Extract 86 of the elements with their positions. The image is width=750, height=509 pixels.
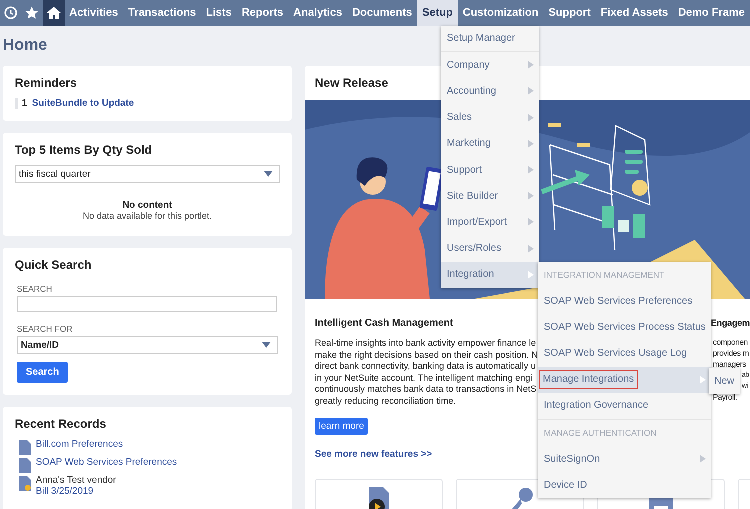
menu-section-header: INTEGRATION MANAGEMENT	[543, 269, 666, 282]
dropdown-caret-icon	[264, 171, 273, 177]
submenu-arrow-icon	[528, 61, 534, 70]
article-text-line: make the right decisions based on their cash position. N	[315, 350, 537, 361]
search-for-dropdown[interactable]: Name/ID	[17, 336, 278, 354]
menu-item[interactable]: Users/Roles	[441, 236, 539, 262]
page-title: Home	[3, 37, 48, 56]
menu-item[interactable]: Integration	[441, 262, 539, 288]
reminder-count: 1	[22, 98, 28, 109]
portlet-title: Reminders	[15, 76, 78, 90]
record-link[interactable]: SOAP Web Services Preferences	[36, 457, 178, 468]
nav-menu-item[interactable]: Analytics	[288, 0, 348, 26]
learn-more-button[interactable]: learn more	[315, 418, 368, 435]
search-field[interactable]	[17, 296, 277, 312]
article-title: Engagem	[711, 318, 750, 328]
nav-menu-item[interactable]: Lists	[201, 0, 237, 26]
page-icon	[19, 439, 31, 455]
portlet-title: New Release	[315, 75, 388, 92]
star-icon	[25, 6, 40, 20]
menu-item[interactable]: Company	[441, 52, 539, 78]
dropdown-caret-icon	[262, 342, 271, 348]
page-icon	[19, 457, 31, 473]
nav-menu-item[interactable]: Demo Frame	[673, 0, 750, 26]
menu-item[interactable]: Marketing	[441, 130, 539, 157]
nav-menu-item[interactable]: Reports	[236, 0, 289, 26]
nav-menu-item[interactable]: Activities	[64, 0, 124, 26]
menu-item[interactable]: New	[709, 368, 740, 394]
home-icon	[46, 6, 62, 20]
article-text-line: componen	[713, 337, 748, 348]
menu-item[interactable]: SOAP Web Services Preferences	[538, 288, 711, 314]
submenu-arrow-icon	[700, 455, 706, 464]
portlet-title: Quick Search	[15, 258, 93, 272]
submenu-arrow-icon	[528, 140, 534, 148]
article-text-line: Payroll.	[713, 392, 738, 403]
portlet-title: Recent Records	[15, 417, 108, 431]
home-button[interactable]	[43, 0, 64, 26]
menu-section-header: MANAGE AUTHENTICATION	[538, 418, 711, 446]
nav-menu-item[interactable]: Transactions	[123, 0, 202, 26]
menu-item[interactable]: Device ID	[538, 472, 711, 498]
submenu-arrow-icon	[528, 166, 534, 174]
portlet-title: Top 5 Items By Qty Sold	[15, 143, 154, 157]
record-link[interactable]: Bill 3/25/2019	[36, 486, 116, 497]
search-button[interactable]: Search	[17, 362, 68, 383]
menu-item[interactable]: Integration Governance	[538, 392, 711, 419]
menu-item[interactable]: SOAP Web Services Usage Log	[538, 340, 711, 367]
article-text-line: provides m	[713, 348, 750, 359]
menu-item[interactable]: Setup Manager	[441, 26, 539, 52]
article-text-line: managers	[713, 359, 746, 370]
see-more-link[interactable]: See more new features >>	[315, 449, 537, 460]
menu-item[interactable]: Sales	[441, 104, 539, 131]
submenu-arrow-icon	[528, 270, 534, 279]
submenu-arrow-icon	[528, 192, 534, 200]
article-text-line: in your NetSuite account. The intelligent matching engi	[315, 372, 534, 384]
record-alert-icon	[19, 475, 31, 491]
submenu-arrow-icon	[700, 376, 706, 384]
nav-menu-item[interactable]: Setup	[417, 0, 458, 26]
submenu-arrow-icon	[528, 114, 534, 122]
menu-item[interactable]: SuiteSignOn	[538, 446, 711, 472]
empty-message: No data available for this portlet.	[82, 211, 214, 221]
menu-item[interactable]: Import/Export	[441, 209, 539, 236]
video-file-icon	[367, 487, 391, 509]
article-text-line: direct bank connectivity, banking data is automatically u	[315, 361, 537, 372]
field-label: SEARCH	[17, 284, 54, 294]
reminder-link[interactable]: SuiteBundle to Update	[32, 98, 134, 109]
nav-menu-item[interactable]: Customization	[458, 0, 544, 26]
record-name: Anna's Test vendor	[36, 475, 116, 486]
submenu-arrow-icon	[528, 87, 534, 96]
nav-menu-item[interactable]: Documents	[347, 0, 418, 26]
submenu-arrow-icon	[528, 244, 534, 253]
article-text-line: Real-time insights into bank activity empower finance le	[315, 338, 537, 350]
nav-menu-item[interactable]: Support	[544, 0, 596, 26]
menu-item[interactable]: SOAP Web Services Process Status	[538, 314, 711, 340]
record-link[interactable]: Bill.com Preferences	[36, 439, 124, 450]
menu-item[interactable]: Site Builder	[441, 183, 539, 210]
menu-item[interactable]: Accounting	[441, 78, 539, 105]
field-label: SEARCH FOR	[17, 324, 74, 334]
article-text-line: greatly reducing reconciliation time.	[315, 396, 458, 407]
article-title: Intelligent Cash Management	[315, 318, 454, 329]
menu-item[interactable]: Support	[441, 156, 539, 184]
nav-menu-item[interactable]: Fixed Assets	[596, 0, 674, 26]
menu-item[interactable]: Manage Integrations	[538, 366, 711, 393]
article-text-line: continuously matches bank data to transactions in NetS	[315, 384, 537, 396]
empty-title: No content	[122, 200, 174, 211]
submenu-arrow-icon	[528, 218, 534, 226]
period-dropdown[interactable]: this fiscal quarter	[15, 165, 280, 183]
clock-icon	[4, 6, 18, 20]
